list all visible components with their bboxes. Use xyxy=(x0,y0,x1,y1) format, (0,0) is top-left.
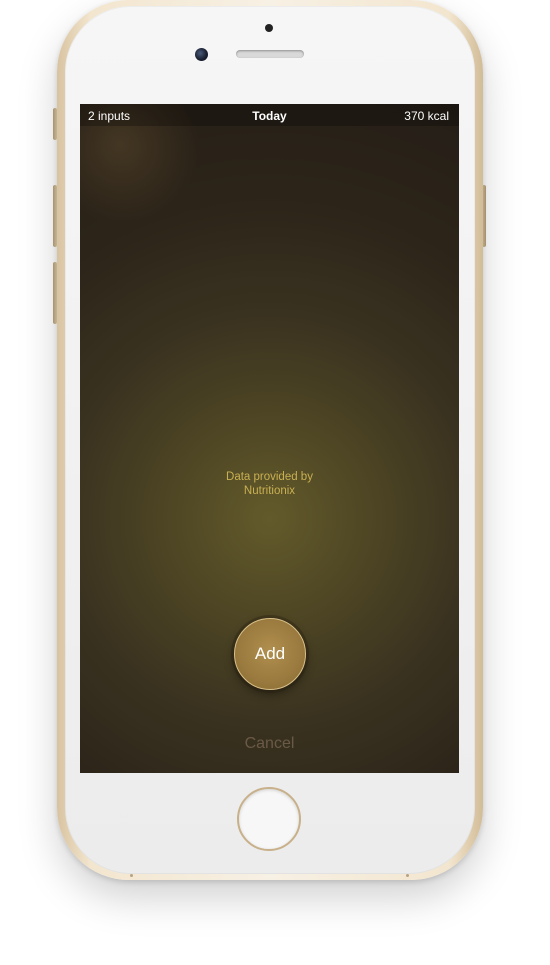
status-bar: 2 inputs Today 370 kcal xyxy=(80,104,459,126)
cancel-button[interactable]: Cancel xyxy=(80,735,459,753)
device-mockup: 2 inputs Today 370 kcal Data provided by… xyxy=(0,0,550,965)
calorie-total: 370 kcal xyxy=(404,109,449,123)
proximity-sensor-icon xyxy=(265,24,273,32)
front-camera-icon xyxy=(195,48,208,61)
credit-line-1: Data provided by xyxy=(226,471,313,483)
bottom-ports xyxy=(130,874,410,878)
add-button[interactable]: Add xyxy=(234,618,306,690)
home-button-icon[interactable] xyxy=(237,787,301,851)
data-credit: Data provided by Nutritionix xyxy=(80,470,459,498)
credit-line-2: Nutritionix xyxy=(243,485,296,497)
page-title: Today xyxy=(252,109,287,123)
add-button-label: Add xyxy=(254,644,286,663)
earpiece-speaker-icon xyxy=(236,50,304,58)
app-screen: 2 inputs Today 370 kcal Data provided by… xyxy=(80,104,459,773)
screw-icon xyxy=(406,874,409,877)
screw-icon xyxy=(130,874,133,877)
